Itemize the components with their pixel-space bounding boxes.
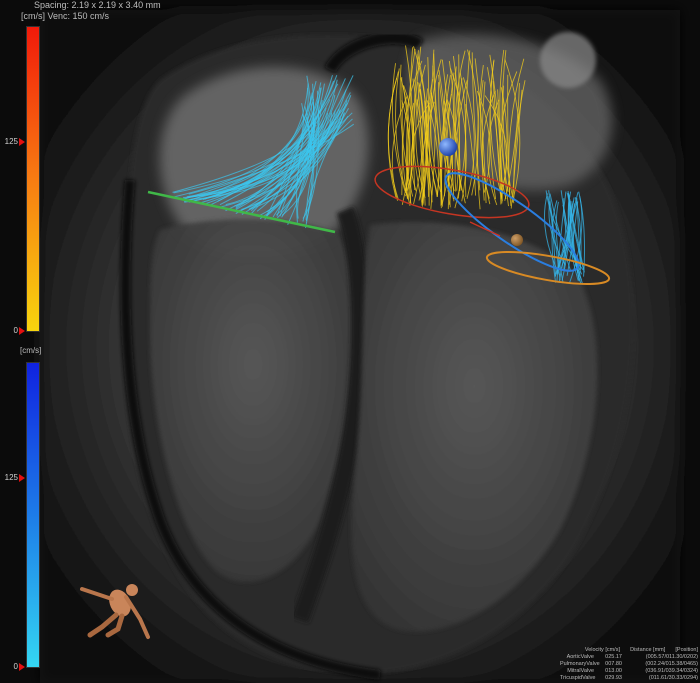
legend-valve-name: AorticValve [566, 654, 594, 660]
legend-velocity-value: 007.80 [605, 661, 622, 667]
legend-header-distance: Distance [mm] [630, 647, 666, 653]
legend-row: TricuspidValve 029.93 (011.61/30.33/0294) [560, 675, 698, 682]
aorta-cross-section [540, 32, 596, 88]
colorbar-top-tick-min: 0 [13, 326, 18, 335]
red-triangle-marker-icon[interactable] [19, 138, 25, 146]
legend-distance-position: (011.61/30.33/0294) [648, 675, 698, 681]
mri-heart-viewport[interactable] [0, 0, 700, 683]
legend-distance-position: (036.91/039.34/0324) [645, 668, 698, 674]
legend-distance-position: (005.57/011.30/0202) [645, 654, 698, 660]
legend-row: AorticValve 025.17 (005.57/011.30/0202) [560, 654, 698, 661]
red-triangle-marker-icon[interactable] [19, 474, 25, 482]
legend-header-row: Velocity [cm/s] Distance [mm] [Position] [560, 647, 698, 654]
legend-row: PulmonaryValve 007.80 (002.24/015.38/0465) [560, 661, 698, 668]
velocity-colorbar-red-yellow [26, 26, 40, 332]
legend-header-position: [Position] [675, 647, 698, 653]
venc-label: [cm/s] Venc: 150 cm/s [21, 11, 109, 21]
colorbar-bottom-tick-max: 125 [4, 473, 18, 482]
velocity-colorbar-blue-cyan [26, 362, 40, 668]
colorbar-top-tick-max: 125 [4, 137, 18, 146]
legend-valve-name: MitralValve [567, 668, 594, 674]
legend-header-velocity: Velocity [cm/s] [584, 647, 620, 653]
venc-value: Venc: 150 cm/s [47, 11, 110, 21]
legend-velocity-value: 025.17 [605, 654, 622, 660]
legend-valve-name: PulmonaryValve [560, 661, 600, 667]
colorbar-top-unit: [cm/s] [21, 11, 45, 21]
colorbar-bottom-tick-min: 0 [13, 662, 18, 671]
valve-measurement-legend: Velocity [cm/s] Distance [mm] [Position]… [560, 647, 698, 682]
legend-row: MitralValve 013.00 (036.91/039.34/0324) [560, 668, 698, 675]
legend-valve-name: TricuspidValve [560, 675, 596, 681]
spacing-label: Spacing: 2.19 x 2.19 x 3.40 mm [34, 0, 161, 10]
colorbar-bottom-unit: [cm/s] [20, 346, 42, 355]
legend-velocity-value: 013.00 [605, 668, 622, 674]
position-sphere-blue [439, 138, 457, 156]
legend-distance-position: (002.24/015.38/0465) [645, 661, 698, 667]
legend-velocity-value: 029.93 [605, 675, 622, 681]
position-sphere-orange [511, 234, 523, 246]
red-triangle-marker-icon[interactable] [19, 663, 25, 671]
red-triangle-marker-icon[interactable] [19, 327, 25, 335]
